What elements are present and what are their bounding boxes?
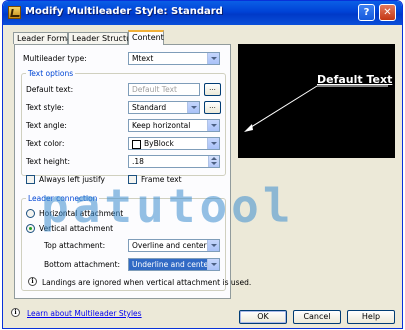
vertical-attachment-radio[interactable] (26, 224, 35, 233)
default-text-label: Default text: (26, 85, 74, 94)
ok-button[interactable]: OK (239, 310, 287, 324)
chevron-down-icon (207, 53, 219, 64)
default-text-field[interactable]: Default Text (128, 83, 200, 96)
window-title: Modify Multileader Style: Standard (25, 6, 223, 17)
color-swatch-icon (132, 140, 141, 149)
leader-arrow-graphic (244, 85, 388, 132)
text-style-select[interactable]: Standard (128, 101, 200, 114)
content-panel: Multileader type: Mtext Text options Def… (14, 44, 251, 299)
chevron-down-icon (207, 138, 219, 149)
help-icon[interactable]: ? (358, 4, 375, 21)
info-icon: i (28, 277, 37, 286)
text-height-field[interactable]: .18 (128, 155, 220, 168)
spinner-icon[interactable] (208, 156, 219, 167)
text-height-label: Text height: (26, 157, 70, 166)
tab-content[interactable]: Content (128, 30, 164, 45)
chevron-down-icon (207, 240, 219, 251)
title-bar[interactable]: Modify Multileader Style: Standard ? ✕ (3, 1, 402, 25)
tab-leader-structure[interactable]: Leader Structure (68, 32, 139, 44)
text-color-label: Text color: (26, 139, 65, 148)
cancel-button[interactable]: Cancel (293, 310, 341, 324)
multileader-type-select[interactable]: Mtext (128, 52, 220, 65)
chevron-down-icon (207, 120, 219, 131)
text-angle-label: Text angle: (26, 121, 67, 130)
text-color-select[interactable]: ByBlock (128, 137, 220, 150)
preview-text: Default Text (317, 73, 393, 86)
always-left-justify-checkbox[interactable] (26, 175, 35, 184)
text-angle-select[interactable]: Keep horizontal (128, 119, 220, 132)
text-options-heading: Text options (26, 69, 76, 78)
tab-leader-format[interactable]: Leader Format (13, 32, 75, 44)
preview-pane: Default Text (238, 44, 395, 158)
bottom-attachment-select[interactable]: Underline and center (128, 258, 220, 271)
close-icon[interactable]: ✕ (379, 4, 396, 21)
text-style-browse-button[interactable]: ... (204, 101, 221, 114)
chevron-down-icon (207, 259, 219, 270)
dialog-window: Modify Multileader Style: Standard ? ✕ L… (2, 0, 403, 329)
top-attachment-select[interactable]: Overline and center (128, 239, 220, 252)
watermark: patutool (41, 179, 295, 233)
landings-note: Landings are ignored when vertical attac… (42, 278, 252, 287)
default-text-browse-button[interactable]: ... (204, 83, 221, 96)
app-icon (8, 6, 21, 19)
bottom-attachment-label: Bottom attachment: (44, 260, 120, 269)
horizontal-attachment-radio[interactable] (26, 209, 35, 218)
help-info-icon: i (11, 308, 20, 317)
help-button[interactable]: Help (347, 310, 395, 324)
learn-link[interactable]: Learn about Multileader Styles (27, 309, 142, 318)
multileader-type-label: Multileader type: (23, 54, 87, 63)
top-attachment-label: Top attachment: (44, 241, 106, 250)
chevron-down-icon (187, 102, 199, 113)
text-style-label: Text style: (26, 103, 65, 112)
